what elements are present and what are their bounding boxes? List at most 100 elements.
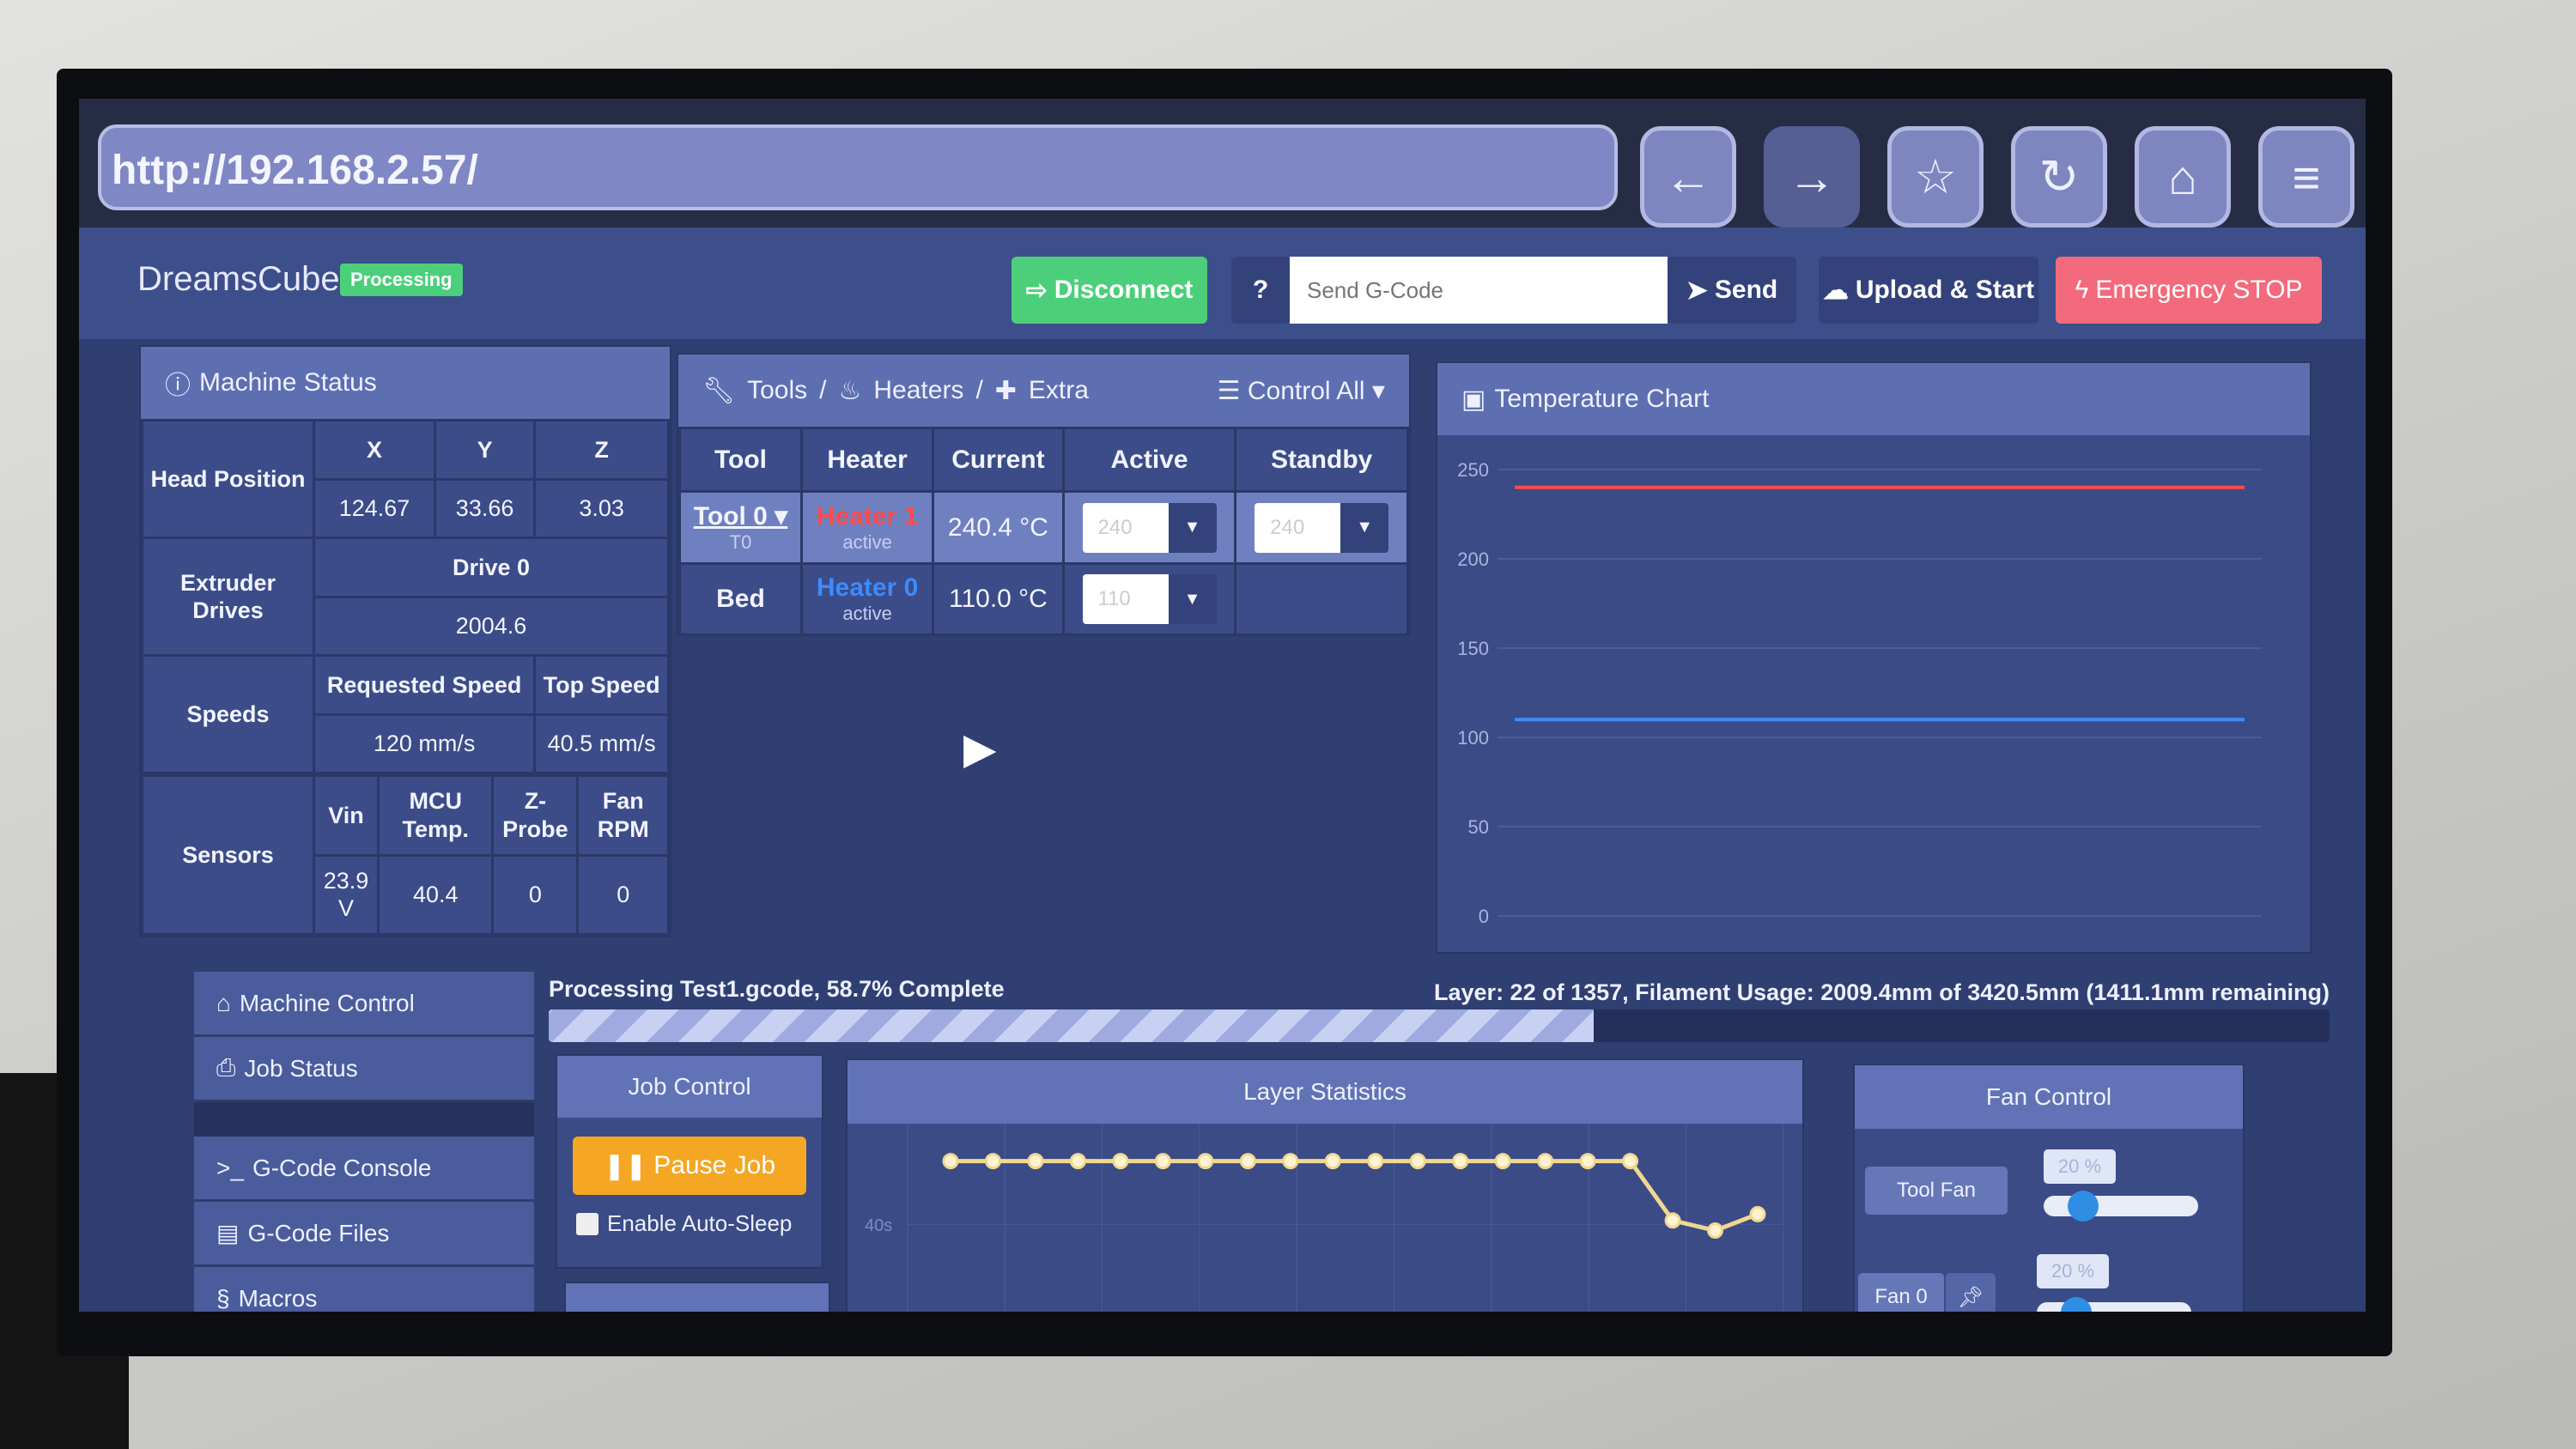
heater-0-state[interactable]: active (803, 603, 932, 625)
tools-header: 🔧︎ Tools / ♨ Heaters / ✚ Extra ☰ Control All … (678, 355, 1409, 427)
tv-screen: http://192.168.2.57/ ← → ☆ ↻ ⌂ ≡ DreamsC… (79, 99, 2366, 1312)
axis-y: Y (433, 419, 537, 481)
tab-extra[interactable]: Extra (1029, 376, 1089, 405)
z-value: 3.03 (533, 477, 670, 539)
bed-active-temp-input[interactable]: 110 ▼ (1082, 574, 1217, 625)
fan-rpm-label: Fan RPM (576, 774, 670, 857)
layer-statistics-header: Layer Statistics (848, 1060, 1802, 1124)
layer-point (942, 1153, 959, 1170)
layer-point (1154, 1153, 1171, 1170)
col-tool: Tool (678, 427, 803, 493)
sidebar-item-machine-control[interactable]: ⌂ Machine Control (194, 972, 534, 1037)
control-all-dropdown[interactable]: ☰ Control All ▾ (1218, 376, 1385, 406)
x-value: 124.67 (313, 477, 436, 539)
temperature-chart-header: ▣ Temperature Chart (1437, 363, 2310, 435)
sidebar-item-job-status[interactable]: ⎙ Job Status (194, 1037, 534, 1102)
layer-point (1069, 1153, 1086, 1170)
home-icon[interactable]: ⌂ (2135, 126, 2231, 227)
job-control-header: Job Control (557, 1056, 822, 1118)
tool-0-standby-temp-input[interactable]: 240 ▼ (1255, 502, 1389, 553)
chart-icon: ▣ (1461, 385, 1486, 414)
sidebar-item-macros[interactable]: § Macros (194, 1267, 534, 1312)
top-speed-label: Top Speed (533, 654, 670, 716)
tab-tools[interactable]: Tools (747, 376, 807, 405)
sensors-table: Sensors Vin MCU Temp. Z-Probe Fan RPM 23.9 … (141, 774, 670, 936)
tool-0-dropdown[interactable]: Tool 0 ▾ (681, 501, 800, 531)
y-value: 33.66 (433, 477, 537, 539)
hdd-icon: ▤ (216, 1220, 240, 1246)
upload-label: Upload & Start (1855, 276, 2035, 304)
tool-fan-tooltip: 20 % (2044, 1149, 2116, 1184)
fan-rpm-value: 0 (576, 853, 670, 936)
forward-icon[interactable]: → (1764, 126, 1860, 227)
y-tick-label: 250 (1457, 459, 1489, 481)
wrench-icon: 🔧︎ (702, 376, 736, 405)
tool-0-active-temp-input[interactable]: 240 ▼ (1082, 502, 1217, 553)
tool-fan-slider[interactable] (2044, 1191, 2198, 1222)
col-standby: Standby (1234, 427, 1409, 493)
terminal-icon: >_ (216, 1154, 244, 1181)
pause-icon: ❚❚ (603, 1151, 647, 1180)
layer-point (1367, 1153, 1384, 1170)
sidebar-item-gcode-console[interactable]: >_ G-Code Console (194, 1137, 534, 1202)
gcode-input[interactable] (1290, 257, 1668, 324)
send-label: Send (1714, 276, 1778, 304)
layer-point (1664, 1212, 1681, 1229)
sidebar-item-gcode-files[interactable]: ▤ G-Code Files (194, 1202, 534, 1267)
disconnect-label: Disconnect (1054, 276, 1194, 304)
progress-text: Processing Test1.gcode, 58.7% Complete (549, 976, 1005, 1002)
layer-time-line (951, 1159, 1759, 1234)
layer-point (1579, 1153, 1596, 1170)
pause-job-button[interactable]: ❚❚ Pause Job (573, 1137, 806, 1195)
pin-icon[interactable]: 📌︎ (1946, 1273, 1996, 1312)
print-icon: ⎙ (216, 1054, 236, 1081)
layer-point (1707, 1222, 1724, 1240)
slider-handle[interactable] (2061, 1297, 2092, 1312)
checkbox-icon[interactable] (576, 1212, 598, 1235)
help-button[interactable]: ? (1231, 257, 1290, 324)
layer-point (1027, 1153, 1044, 1170)
tools-table: Tool Heater Current Active Standby Tool 0 ▾ T… (678, 427, 1409, 636)
heater-1-state[interactable]: active (803, 531, 932, 554)
fan-0-slider[interactable] (2037, 1297, 2191, 1312)
bed-current-temp: 110.0 °C (932, 562, 1065, 636)
fan-0-button[interactable]: Fan 0 (1858, 1273, 1944, 1312)
vin-value: 23.9 V (312, 853, 380, 936)
caret-down-icon[interactable]: ▼ (1340, 502, 1389, 553)
head-position-label: Head Position (141, 419, 315, 539)
mcu-temp-label: MCU Temp. (377, 774, 495, 857)
menu-icon[interactable]: ≡ (2258, 126, 2354, 227)
fan-0-tooltip: 20 % (2037, 1254, 2109, 1288)
url-bar[interactable]: http://192.168.2.57/ (98, 124, 1618, 210)
list-icon: ☰ (1217, 376, 1248, 405)
layer-point (1537, 1153, 1554, 1170)
tool-fan-button[interactable]: Tool Fan (1865, 1167, 2008, 1215)
layer-point (1112, 1153, 1129, 1170)
layer-point (1494, 1153, 1511, 1170)
speeds-label: Speeds (141, 654, 315, 774)
caret-down-icon[interactable]: ▼ (1168, 502, 1217, 553)
machine-status-panel: ⓘ Machine Status Head Position XYZ 124.67… (139, 345, 671, 937)
send-button[interactable]: ➤ Send (1668, 257, 1796, 324)
z-probe-value: 0 (491, 853, 580, 936)
y-tick-label: 200 (1457, 549, 1489, 570)
heater-1-link[interactable]: Heater 1 (803, 502, 932, 531)
bolt-icon: ϟ (2075, 276, 2089, 304)
auto-sleep-checkbox[interactable]: Enable Auto-Sleep (576, 1210, 792, 1237)
tab-heaters[interactable]: Heaters (873, 376, 963, 405)
z-probe-label: Z-Probe (491, 774, 580, 857)
bed-row: Bed Heater 0 active 110.0 °C 110 ▼ (678, 562, 1409, 636)
browser-toolbar: http://192.168.2.57/ ← → ☆ ↻ ⌂ ≡ (79, 99, 2366, 227)
layer-filament-text: Layer: 22 of 1357, Filament Usage: 2009.… (1434, 979, 2330, 1005)
emergency-stop-button[interactable]: ϟ Emergency STOP (2056, 257, 2322, 324)
caret-down-icon[interactable]: ▼ (1168, 574, 1217, 625)
slider-handle[interactable] (2068, 1191, 2099, 1222)
upload-start-button[interactable]: ☁ Upload & Start (1819, 257, 2038, 324)
heater-0-link[interactable]: Heater 0 (803, 573, 932, 603)
back-icon[interactable]: ← (1640, 126, 1736, 227)
refresh-icon[interactable]: ↻ (2011, 126, 2107, 227)
sidebar-divider (194, 1102, 534, 1137)
disconnect-button[interactable]: ⇨ Disconnect (1012, 257, 1207, 324)
star-icon[interactable]: ☆ (1887, 126, 1984, 227)
control-all-label: Control All (1247, 376, 1365, 405)
